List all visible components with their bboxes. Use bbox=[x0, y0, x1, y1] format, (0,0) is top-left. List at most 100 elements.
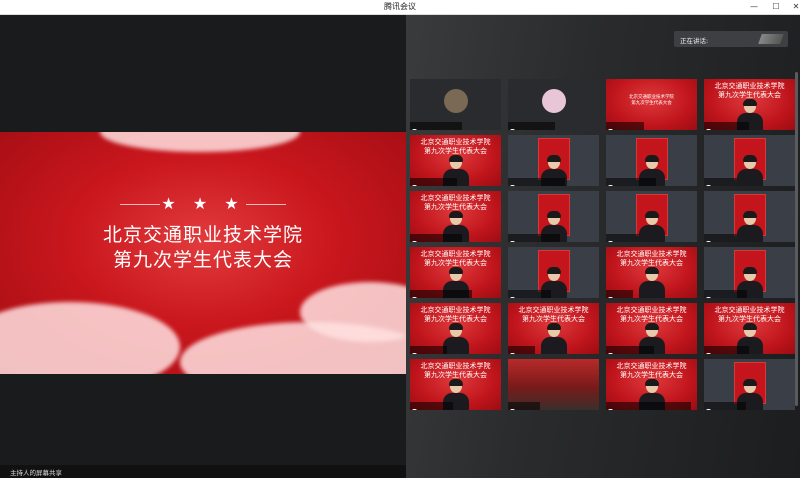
tile-slide-title: 北京交通职业技术学院 bbox=[616, 306, 687, 314]
tile-slide-title: 北京交通职业技术学院 bbox=[616, 362, 687, 370]
maximize-button[interactable]: ☐ bbox=[766, 0, 786, 14]
shared-slide: ★ ★ ★ 北京交通职业技术学院 第九次学生代表大会 bbox=[0, 132, 406, 374]
participant-video bbox=[540, 323, 567, 354]
tile-slide-subtitle: 第九次学生代表大会 bbox=[631, 101, 672, 106]
tile-slide-subtitle: 第九次学生代表大会 bbox=[522, 315, 585, 323]
participant-name-bar: 21级铁路7尹欣 bbox=[410, 178, 457, 186]
participant-tile[interactable]: 刘冉冉05 bbox=[606, 191, 697, 242]
participant-tile[interactable]: 21大数据李鹏 bbox=[704, 247, 795, 298]
microphone-icon bbox=[706, 353, 711, 354]
microphone-icon bbox=[510, 185, 515, 186]
tile-slide-title: 北京交通职业技术学院 bbox=[518, 306, 589, 314]
microphone-icon bbox=[608, 353, 613, 354]
participant-name-bar: 一体化机组 bbox=[410, 346, 448, 354]
participant-tile[interactable]: 路桥环27 bbox=[704, 191, 795, 242]
microphone-icon bbox=[510, 297, 515, 298]
stage-footer: 主持人的屏幕共享 bbox=[0, 465, 406, 478]
shared-screen-area[interactable]: ★ ★ ★ 北京交通职业技术学院 第九次学生代表大会 主持人的屏幕共享 bbox=[0, 15, 406, 478]
microphone-icon bbox=[412, 241, 417, 242]
tile-slide-subtitle: 第九次学生代表大会 bbox=[620, 259, 683, 267]
participant-video bbox=[638, 211, 665, 242]
participant-tile[interactable]: 北京交通职业技术学院第九次学生代表大会李新松 bbox=[508, 303, 599, 354]
tile-slide-subtitle: 第九次学生代表大会 bbox=[424, 203, 487, 211]
participant-name-bar: 21大数据应用3何 bbox=[410, 234, 462, 242]
participant-tile[interactable]: 北京交通职业技术学院第九次学生代表大会一体化机组 bbox=[410, 303, 501, 354]
participant-tile[interactable]: 主持人的屏幕共享 bbox=[410, 79, 501, 130]
microphone-icon bbox=[706, 185, 711, 186]
participant-scrollbar[interactable] bbox=[795, 72, 798, 406]
participant-name-bar: 无人机19刘坤 bbox=[508, 290, 552, 298]
microphone-icon bbox=[608, 409, 613, 410]
close-button[interactable]: ✕ bbox=[786, 0, 800, 14]
tile-slide-subtitle: 第九次学生代表大会 bbox=[424, 147, 487, 155]
microphone-icon bbox=[412, 409, 417, 410]
participant-name-bar: 吕欣23-副主席 bbox=[704, 122, 750, 130]
participant-tile[interactable]: 北京交通职业技术学院第九次学生代表大会 21交通运输刘婷 bbox=[606, 303, 697, 354]
participant-tile[interactable]: 21运营3吴刚 bbox=[704, 359, 795, 410]
microphone-icon bbox=[510, 409, 515, 410]
microphone-icon bbox=[608, 297, 613, 298]
participant-tile[interactable]: 无人机19刘坤 bbox=[508, 247, 599, 298]
participant-name-bar: 21大数据李鹏 bbox=[704, 290, 748, 298]
participant-name-bar: 内机1602张雨晴 bbox=[606, 178, 656, 186]
tile-slide-title: 北京交通职业技术学院 bbox=[714, 82, 785, 90]
microphone-icon bbox=[510, 129, 515, 130]
participant-tile[interactable]: 北京交通职业技术学院第九次学生代表大会 21机电-张婷婷 bbox=[704, 303, 795, 354]
participant-tile[interactable]: 内机1602张雨晴 bbox=[606, 135, 697, 186]
slide-title-line1: 北京交通职业技术学院 bbox=[102, 224, 303, 246]
participant-video bbox=[638, 267, 665, 298]
microphone-icon bbox=[510, 353, 515, 354]
participant-tile[interactable]: 园林金鑫 bbox=[508, 359, 599, 410]
participant-name-bar: 主持人的屏幕共享 bbox=[410, 122, 463, 130]
microphone-icon bbox=[706, 241, 711, 242]
tile-slide-subtitle: 第九次学生代表大会 bbox=[424, 259, 487, 267]
microphone-icon bbox=[706, 409, 711, 410]
tile-slide-subtitle: 第九次学生代表大会 bbox=[718, 315, 781, 323]
tile-slide-subtitle: 第九次学生代表大会 bbox=[620, 371, 683, 379]
minimize-button[interactable]: — bbox=[744, 0, 764, 14]
participant-name-bar: 刘冉冉05 bbox=[606, 234, 640, 242]
tile-slide-subtitle: 第九次学生代表大会 bbox=[620, 315, 683, 323]
microphone-icon bbox=[608, 129, 613, 130]
tile-slide-title: 北京交通职业技术学院 bbox=[420, 362, 491, 370]
participant-name-bar: 21运营3吴刚 bbox=[704, 402, 746, 410]
tile-slide-title: 北京交通职业技术学院 bbox=[714, 306, 785, 314]
tile-slide-title: 北京交通职业技术学院 bbox=[616, 250, 687, 258]
participant-tile[interactable]: 北京交通职业技术学院第九次学生代表大会 20自动化杨敏 bbox=[410, 359, 501, 410]
participant-video bbox=[736, 155, 763, 186]
participant-name-bar: 21交通运输刘婷 bbox=[606, 346, 655, 354]
participant-tile[interactable]: 21级旅游2李凯 bbox=[508, 79, 599, 130]
speaker-avatar-icon bbox=[758, 34, 784, 44]
microphone-icon bbox=[608, 185, 613, 186]
slide-title-line2: 第九次学生代表大会 bbox=[112, 249, 293, 271]
screen-share-label: 主持人的屏幕共享 bbox=[10, 469, 62, 477]
participant-name-bar: 21级旅游2李凯 bbox=[508, 122, 555, 130]
participant-name-bar: 轨道交通系2020级运营管理赵刚 bbox=[606, 402, 691, 410]
tile-slide-title: 北京交通职业技术学院 bbox=[420, 138, 491, 146]
participant-tile[interactable]: 北京交通职业技术学院第九次学生代表大会杨振宇 bbox=[606, 247, 697, 298]
tile-slide-title: 北京交通职业技术学院 bbox=[420, 306, 491, 314]
participant-tile[interactable]: 北京交通职业技术学院第九次学生代表大会 20城轨王宇 bbox=[606, 79, 697, 130]
microphone-icon bbox=[706, 297, 711, 298]
participant-tile[interactable]: 黄蓉鹏32 bbox=[704, 135, 795, 186]
participant-avatar bbox=[541, 89, 566, 113]
participant-tile[interactable]: 21机电技术3胡江 bbox=[508, 191, 599, 242]
participant-video bbox=[736, 211, 763, 242]
tile-slide-title: 北京交通职业技术学院 bbox=[420, 194, 491, 202]
participant-name-bar: 21机电-张婷婷 bbox=[704, 346, 750, 354]
participant-tile[interactable]: 北京交通职业技术学院第九次学生代表大会 21级铁路7尹欣 bbox=[410, 135, 501, 186]
stars-decoration: ★ ★ ★ bbox=[161, 194, 245, 213]
window-title: 腾讯会议 bbox=[384, 2, 416, 11]
participant-name-bar: 道桥共工程3班-刘王坤 bbox=[410, 290, 472, 298]
participant-name-bar: 21机电技术3胡江 bbox=[508, 234, 560, 242]
participant-tile[interactable]: 北京交通职业技术学院第九次学生代表大会 21大数据应用3何 bbox=[410, 191, 501, 242]
participant-tile[interactable]: 21级城轨机电2刘晴 bbox=[508, 135, 599, 186]
participant-name-bar: 20自动化杨敏 bbox=[410, 402, 454, 410]
participant-tile[interactable]: 北京交通职业技术学院第九次学生代表大会吕欣23-副主席 bbox=[704, 79, 795, 130]
microphone-icon bbox=[608, 241, 613, 242]
participant-name-bar: 黄蓉鹏32 bbox=[704, 178, 738, 186]
participant-tile[interactable]: 北京交通职业技术学院第九次学生代表大会轨道交通系2020级运营管理赵刚 bbox=[606, 359, 697, 410]
participant-tile[interactable]: 北京交通职业技术学院第九次学生代表大会道桥共工程3班-刘王坤 bbox=[410, 247, 501, 298]
tile-slide-subtitle: 第九次学生代表大会 bbox=[424, 315, 487, 323]
participant-name-bar: 园林金鑫 bbox=[508, 402, 541, 410]
